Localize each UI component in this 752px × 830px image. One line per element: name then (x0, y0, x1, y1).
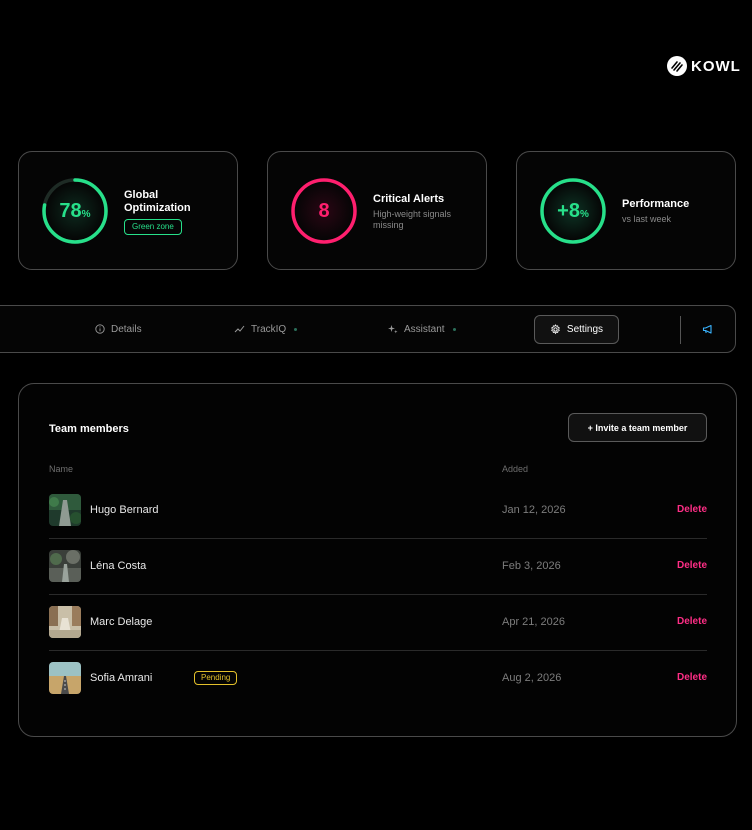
member-added-date: Apr 21, 2026 (502, 616, 565, 628)
optimization-value: 78 (59, 199, 82, 222)
member-name: Marc Delage (90, 616, 153, 628)
delete-member-button[interactable]: Delete (677, 504, 707, 515)
alerts-ring: 8 (290, 177, 358, 245)
tab-settings-label: Settings (566, 324, 604, 335)
sparkle-icon (388, 325, 398, 334)
tab-assistant[interactable]: Assistant (388, 306, 456, 352)
member-added-date: Feb 3, 2026 (502, 560, 561, 572)
pending-badge: Pending (194, 671, 238, 685)
alerts-value: 8 (318, 199, 330, 222)
stat-card-performance: +8% Performance vs last week (516, 151, 736, 270)
tab-details[interactable]: Details (95, 306, 142, 352)
alerts-sub-line2: missing (373, 220, 404, 230)
tab-assistant-label: Assistant (404, 323, 445, 335)
performance-value: +8 (557, 199, 580, 222)
performance-title: Performance (622, 198, 690, 210)
performance-sub: vs last week (622, 214, 672, 224)
tab-trackiq[interactable]: TrackIQ (234, 306, 298, 352)
brand-name: KOWL (691, 57, 741, 75)
green-zone-badge: Green zone (124, 219, 182, 235)
optimization-unit: % (81, 208, 91, 220)
avatar (49, 662, 81, 694)
alerts-sub-line1: High-weight signals (373, 209, 452, 219)
performance-ring: +8% (539, 177, 607, 245)
avatar (49, 606, 81, 638)
info-icon (95, 324, 105, 334)
tab-details-label: Details (111, 323, 142, 335)
table-row: Hugo Bernard Jan 12, 2026 Delete (49, 483, 707, 539)
table-row: Léna Costa Feb 3, 2026 Delete (49, 539, 707, 595)
optimization-title-line2: Optimization (124, 202, 191, 214)
column-header-name: Name (49, 464, 74, 474)
delete-member-button[interactable]: Delete (677, 672, 707, 683)
optimization-ring: 78% (41, 177, 109, 245)
member-name: Léna Costa (90, 560, 147, 572)
table-row: Marc Delage Apr 21, 2026 Delete (49, 595, 707, 651)
alerts-title: Critical Alerts (373, 193, 445, 205)
avatar (49, 494, 81, 526)
member-added-date: Jan 12, 2026 (502, 504, 566, 516)
assistant-status-dot (452, 327, 456, 331)
member-added-date: Aug 2, 2026 (502, 672, 562, 684)
tab-trackiq-label: TrackIQ (251, 323, 287, 335)
invite-member-button[interactable]: + Invite a team member (568, 413, 707, 442)
avatar (49, 550, 81, 582)
tab-bar: Details TrackIQ Assistant Settings (0, 305, 736, 353)
optimization-title-line1: Global (124, 189, 159, 201)
delete-member-button[interactable]: Delete (677, 560, 707, 571)
team-members-panel: Team members + Invite a team member Name… (18, 383, 737, 737)
delete-member-button[interactable]: Delete (677, 616, 707, 627)
member-name: Sofia Amrani (90, 672, 153, 684)
gear-icon (551, 324, 560, 335)
table-row: Sofia Amrani Pending Aug 2, 2026 Delete (49, 651, 707, 707)
megaphone-icon[interactable] (702, 323, 714, 335)
member-name: Hugo Bernard (90, 504, 159, 516)
tab-settings[interactable]: Settings (534, 315, 619, 344)
stat-card-critical-alerts: 8 Critical Alerts High-weight signals mi… (267, 151, 487, 270)
performance-unit: % (579, 208, 589, 220)
column-header-added: Added (502, 464, 529, 474)
tab-divider (680, 316, 681, 344)
logo-mark-icon (667, 56, 687, 76)
stat-card-optimization: 78% Global Optimization Green zone (18, 151, 238, 270)
trend-icon (234, 325, 245, 333)
team-members-title: Team members (49, 423, 129, 435)
trackiq-status-dot (294, 327, 298, 331)
brand-logo[interactable]: KOWL (667, 56, 741, 76)
